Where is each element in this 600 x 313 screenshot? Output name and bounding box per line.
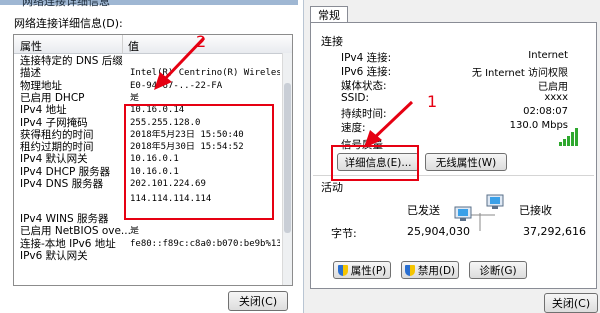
media-state-value: 已启用	[538, 82, 568, 93]
disable-button-label: 禁用(D)	[417, 264, 456, 277]
diagnose-button[interactable]: 诊断(G)	[469, 261, 527, 279]
row-property: IPv4 WINS 服务器	[20, 213, 109, 225]
row-value: 是	[130, 226, 140, 237]
row-property: 已启用 DHCP	[20, 91, 85, 104]
row-property: 获得租约的时间	[20, 128, 94, 141]
row-property: IPv4 子网掩码	[20, 116, 88, 129]
details-caption: 网络连接详细信息(D):	[14, 17, 123, 30]
table-row[interactable]: 已启用 DHCP 是	[14, 92, 282, 104]
connection-section-title: 连接	[321, 35, 343, 48]
row-property: 物理地址	[20, 79, 62, 92]
shield-icon	[404, 264, 415, 276]
shield-icon	[337, 264, 348, 276]
annotation-arrow-icon	[154, 36, 206, 90]
disable-button[interactable]: 禁用(D)	[401, 261, 459, 279]
ssid-value: xxxx	[544, 92, 568, 103]
table-row[interactable]: 物理地址 E0-94-67-..-22-FA	[14, 80, 282, 92]
bytes-sent-value: 25,904,030	[407, 225, 470, 238]
table-row[interactable]: 已启用 NetBIOS ove... 是	[14, 225, 282, 237]
row-property: IPv4 DHCP 服务器	[20, 165, 111, 178]
table-row[interactable]: IPv6 默认网关	[14, 250, 282, 262]
wireless-properties-button[interactable]: 无线属性(W)	[425, 153, 507, 171]
sent-label: 已发送	[407, 204, 440, 217]
row-property: 描述	[20, 67, 41, 80]
row-property: IPv6 默认网关	[20, 249, 88, 262]
row-property: 连接-本地 IPv6 地址	[20, 237, 116, 250]
column-header-property[interactable]: 属性	[20, 38, 42, 54]
close-button[interactable]: 关闭(C)	[544, 293, 598, 313]
column-header-value[interactable]: 值	[128, 38, 139, 54]
row-property: 连接特定的 DNS 后缀	[20, 55, 123, 67]
title-bar: 网络连接详细信息	[0, 0, 298, 8]
annotation-arrow-icon	[364, 100, 414, 148]
row-property: 已启用 NetBIOS ove...	[20, 225, 131, 238]
table-row[interactable]: 连接-本地 IPv6 地址 fe80::f89c:c8a0:b070:be9b%1…	[14, 238, 282, 250]
row-property: IPv4 地址	[20, 104, 67, 117]
window-title: 网络连接详细信息	[22, 0, 110, 8]
properties-button[interactable]: 属性(P)	[333, 261, 391, 279]
table-row[interactable]: 连接特定的 DNS 后缀	[14, 55, 282, 67]
signal-strength-icon	[559, 128, 578, 146]
ipv4-connectivity-label: IPv4 连接:	[341, 52, 392, 64]
activity-section-title: 活动	[321, 181, 343, 194]
properties-button-label: 属性(P)	[350, 264, 387, 277]
duration-value: 02:08:07	[523, 106, 568, 117]
ipv6-connectivity-value: 无 Internet 访问权限	[471, 68, 568, 79]
close-button[interactable]: 关闭(C)	[228, 291, 288, 311]
bytes-received-value: 37,292,616	[523, 225, 586, 238]
tab-general[interactable]: 常规	[310, 6, 348, 23]
table-row[interactable]: 描述 Intel(R) Centrino(R) Wireless-	[14, 67, 282, 79]
annotation-highlight-box	[331, 145, 419, 181]
ipv6-connectivity-label: IPv6 连接:	[341, 66, 392, 78]
received-label: 已接收	[519, 204, 552, 217]
scrollbar-thumb[interactable]	[284, 83, 291, 233]
row-value: 是	[130, 92, 140, 103]
bytes-label: 字节:	[331, 227, 357, 240]
column-separator[interactable]	[122, 35, 123, 53]
vertical-scrollbar[interactable]	[282, 53, 292, 285]
ipv4-connectivity-value: Internet	[528, 50, 568, 61]
row-property: IPv4 默认网关	[20, 153, 88, 166]
row-property: 租约过期的时间	[20, 141, 94, 154]
row-property: IPv4 DNS 服务器	[20, 178, 104, 190]
row-value: fe80::f89c:c8a0:b070:be9b%13	[130, 238, 280, 249]
annotation-highlight-box	[124, 104, 274, 220]
annotation-label-1: 1	[427, 92, 438, 111]
media-state-label: 媒体状态:	[341, 80, 387, 92]
